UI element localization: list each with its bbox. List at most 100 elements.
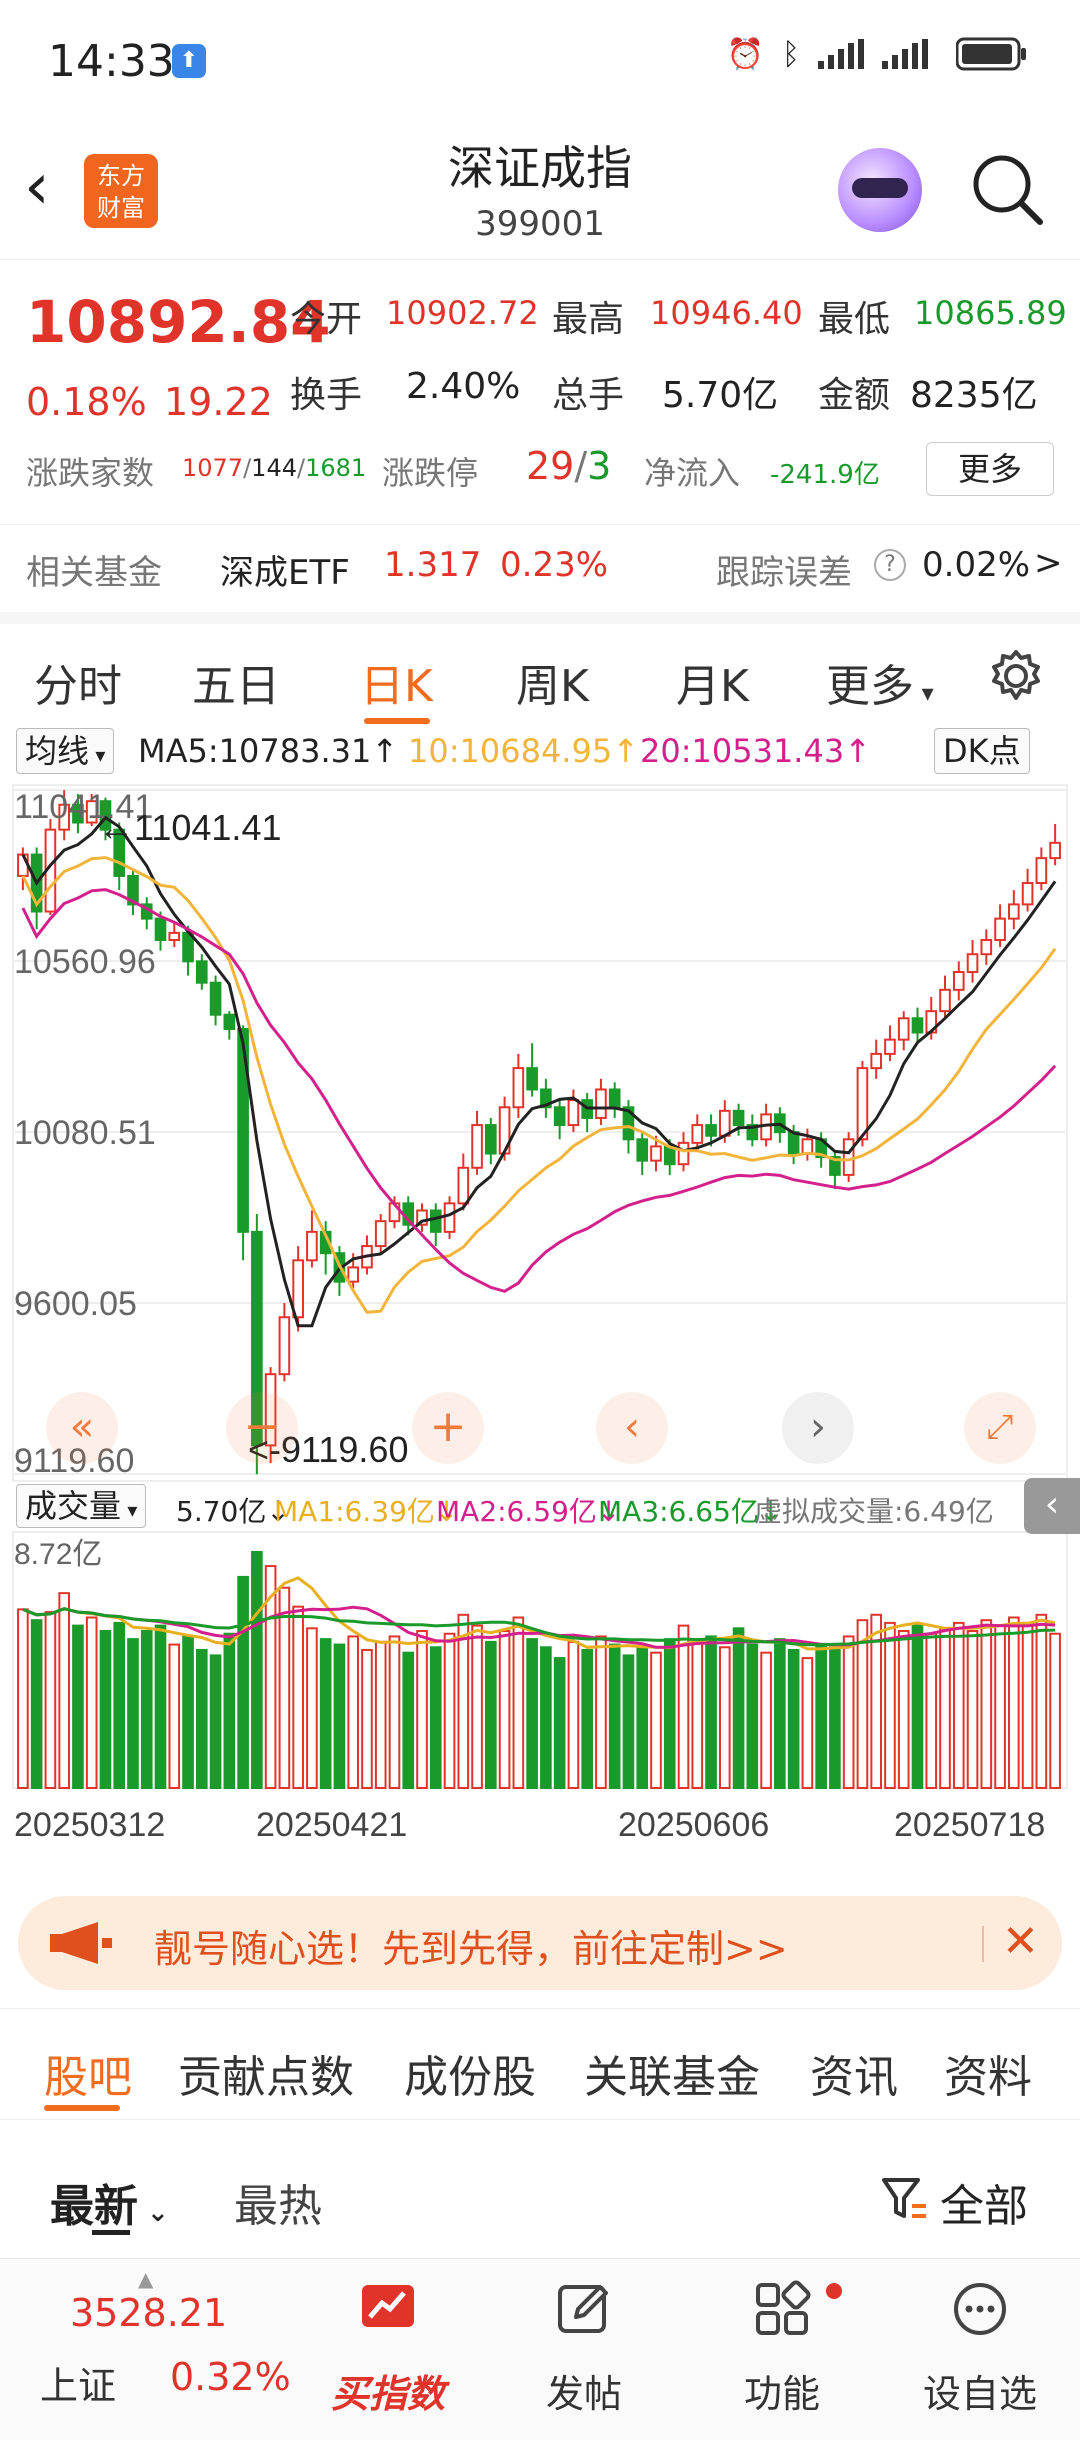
volume-bar xyxy=(416,1630,428,1789)
volume-label: 总手 xyxy=(552,375,625,416)
volume-bar xyxy=(856,1619,869,1790)
tab-profile[interactable]: 资料 xyxy=(944,2041,1032,2105)
nav-add-watchlist[interactable]: 设自选 xyxy=(890,2259,1070,2441)
volume-bar xyxy=(58,1592,70,1790)
chevron-right-icon[interactable]: › xyxy=(782,1392,854,1464)
close-icon[interactable]: ✕ xyxy=(1002,1916,1039,1967)
edit-icon xyxy=(558,2285,608,2333)
app-header: ‹ 东方 财富 深证成指 399001 xyxy=(0,120,1080,260)
x-tick-label: 20250312 xyxy=(14,1806,165,1844)
collapse-panel-icon[interactable]: ‹ xyxy=(1024,1478,1080,1534)
tab-news[interactable]: 资讯 xyxy=(810,2041,898,2105)
ma5-value: MA5:10783.31↑ xyxy=(138,732,399,770)
sort-hot[interactable]: 最热 xyxy=(234,2170,322,2234)
candle-body xyxy=(168,931,181,941)
low-label: 最低 xyxy=(818,299,891,340)
filter-all[interactable]: 全部 xyxy=(940,2170,1028,2234)
limit-values: 29/3 xyxy=(526,444,612,488)
volume-bar xyxy=(663,1638,676,1789)
tab-intraday[interactable]: 分时 xyxy=(34,650,122,714)
candle-body xyxy=(691,1124,704,1144)
open-value: 10902.72 xyxy=(386,294,539,332)
volume-bar xyxy=(30,1619,43,1790)
volume-bar xyxy=(292,1605,304,1790)
filter-icon[interactable] xyxy=(880,2174,930,2224)
volume-bar xyxy=(540,1646,552,1789)
tab-constituents[interactable]: 成份股 xyxy=(404,2041,536,2105)
volume-bar xyxy=(677,1624,690,1789)
limit-down: 3 xyxy=(587,444,612,488)
candle-body xyxy=(718,1109,731,1137)
limit-up: 29 xyxy=(526,444,575,488)
volume-bar xyxy=(512,1616,525,1790)
candle-body xyxy=(278,1316,291,1376)
tab-monthly-k[interactable]: 月K xyxy=(676,650,749,714)
kline-chart[interactable]: 11041.4110560.9610080.519600.059119.60←1… xyxy=(12,784,1068,1884)
indicator-selector[interactable]: 均线 ▾ xyxy=(16,728,115,774)
tab-daily-k[interactable]: 日K xyxy=(360,650,433,714)
rewind-icon[interactable]: « xyxy=(46,1392,118,1464)
status-time: 14:33 xyxy=(48,36,175,87)
candle-body xyxy=(856,1067,869,1141)
status-icons: ⏰ ᛒ xyxy=(727,36,1028,72)
trend-chart-icon xyxy=(362,2285,414,2327)
volume-bar xyxy=(1049,1632,1061,1789)
volume-bar xyxy=(319,1638,332,1789)
volume-bar xyxy=(333,1643,346,1789)
volume-bar xyxy=(636,1646,649,1789)
volume-bar xyxy=(17,1608,29,1790)
candle-body xyxy=(429,1209,442,1233)
volume-bar xyxy=(842,1635,855,1789)
chevron-right-icon: > xyxy=(1034,543,1063,583)
index-ticker[interactable]: ▲ 3528.21 上证 0.32% xyxy=(0,2259,300,2441)
settings-gear-icon[interactable] xyxy=(988,648,1044,704)
signal-icon xyxy=(818,39,864,69)
candle-body xyxy=(677,1141,690,1166)
tab-guba[interactable]: 股吧 xyxy=(44,2041,132,2105)
nav-functions[interactable]: 功能 xyxy=(692,2259,872,2441)
volume-bar xyxy=(553,1657,566,1789)
sort-latest[interactable]: 最新 ⌄ xyxy=(50,2170,169,2234)
volume-selector[interactable]: 成交量 ▾ xyxy=(16,1484,147,1528)
tab-related-funds[interactable]: 关联基金 xyxy=(584,2041,760,2105)
zoom-out-icon[interactable]: − xyxy=(226,1392,298,1464)
nav-buy-index[interactable]: 买指数 xyxy=(298,2259,478,2441)
nav-post[interactable]: 发帖 xyxy=(494,2259,674,2441)
breadth-label: 涨跌家数 xyxy=(26,454,155,492)
tab-five-day[interactable]: 五日 xyxy=(192,650,280,714)
candle-body xyxy=(457,1166,470,1205)
candle-body xyxy=(223,1013,236,1030)
more-button[interactable]: 更多 xyxy=(926,442,1054,496)
candle-body xyxy=(842,1138,855,1176)
chevron-left-icon[interactable]: ‹ xyxy=(596,1392,668,1464)
volume-bar xyxy=(980,1619,993,1790)
zoom-in-icon[interactable]: + xyxy=(412,1392,484,1464)
assistant-robot-icon[interactable] xyxy=(838,148,922,232)
volume-bar xyxy=(787,1648,800,1789)
dk-point-button[interactable]: DK点 xyxy=(934,728,1030,774)
volume-bar xyxy=(760,1651,772,1789)
volume-bar xyxy=(608,1643,621,1789)
tab-contribution[interactable]: 贡献点数 xyxy=(178,2041,354,2105)
volume-bar xyxy=(443,1632,456,1789)
related-fund-row[interactable]: 相关基金 深成ETF 1.317 0.23% 跟踪误差 ? 0.02% > xyxy=(0,524,1080,610)
apps-grid-icon xyxy=(756,2280,811,2335)
expand-icon[interactable]: ⤢ xyxy=(964,1392,1036,1464)
tab-weekly-k[interactable]: 周K xyxy=(516,650,589,714)
candle-body xyxy=(994,917,1006,941)
promo-banner[interactable]: 靓号随心选！先到先得，前往定制>> ✕ xyxy=(18,1896,1062,1990)
volume-bar xyxy=(182,1635,194,1789)
volume-bar xyxy=(1021,1621,1034,1789)
active-content-tab-indicator xyxy=(44,2105,120,2111)
tab-more[interactable]: 更多 ▾ xyxy=(826,650,934,714)
help-icon[interactable]: ? xyxy=(874,549,906,581)
index-pct: 0.32% xyxy=(170,2355,291,2399)
candle-body xyxy=(306,1230,318,1262)
x-tick-label: 20250421 xyxy=(256,1806,407,1844)
candle-body xyxy=(1008,903,1020,920)
last-price: 10892.84 xyxy=(26,288,331,356)
candle-body xyxy=(1035,857,1048,885)
candle-body xyxy=(567,1099,580,1127)
search-icon[interactable] xyxy=(970,152,1046,228)
ma5-line xyxy=(21,815,1057,1328)
